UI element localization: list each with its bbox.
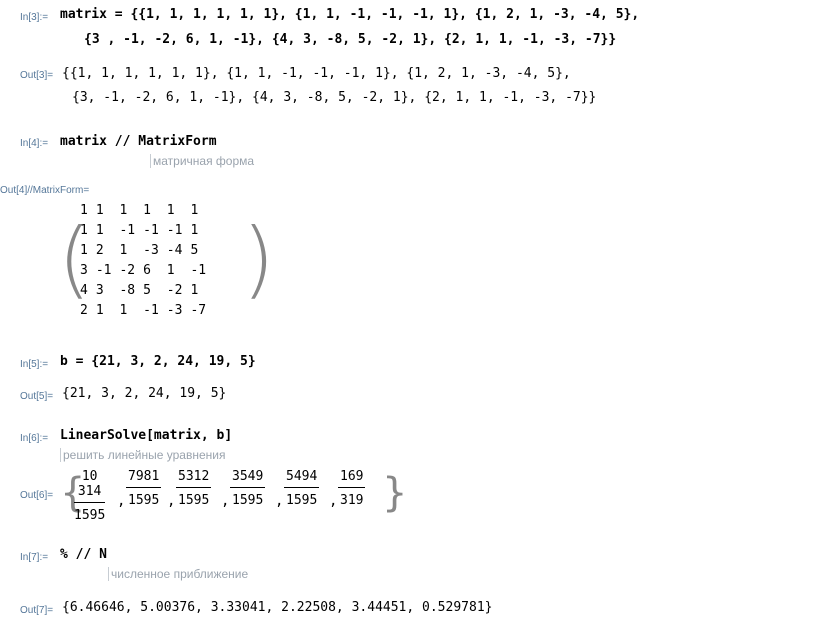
matrix-row: 4 3 -8 5 -2 1 <box>76 280 210 300</box>
fraction-numerator: 7981 <box>126 469 162 488</box>
matrix-cell: -3 <box>143 242 159 258</box>
input-label-6: In[6]:= <box>20 433 49 444</box>
matrix-cell: -8 <box>119 282 136 298</box>
matrix-row: 3 -1 -2 6 1 -1 <box>76 260 210 280</box>
right-brace: } <box>382 470 408 516</box>
matrix-cell: 4 <box>80 282 88 298</box>
comma-separator: , <box>329 493 338 509</box>
input-label-3: In[3]:= <box>20 12 49 23</box>
matrix-cell: 1 <box>119 202 128 218</box>
right-paren: ) <box>242 210 275 308</box>
output-value-7: {6.46646, 5.00376, 3.33041, 2.22508, 3.4… <box>62 600 493 615</box>
matrix-cell: 6 <box>143 262 151 278</box>
input-label-7: In[7]:= <box>20 552 49 563</box>
input-code-6[interactable]: LinearSolve[matrix, b] <box>60 426 232 446</box>
matrix-cell: -1 <box>95 262 112 278</box>
fraction: 169 319 <box>338 469 366 508</box>
fraction-denominator: 319 <box>340 493 364 508</box>
matrix-cell: -2 <box>119 262 136 278</box>
output-label-3: Out[3]= <box>20 70 54 81</box>
fraction-denominator: 1595 <box>232 493 264 508</box>
output-value-5: {21, 3, 2, 24, 19, 5} <box>62 386 227 401</box>
fraction-numerator: 5312 <box>176 469 212 488</box>
matrix-cell: -2 <box>166 282 183 298</box>
matrix-cell: 1 <box>80 222 88 238</box>
input-label-5: In[5]:= <box>20 359 49 370</box>
comma-separator: , <box>167 493 176 509</box>
matrix-cell: 1 <box>95 202 104 218</box>
matrix-cell: 2 <box>80 302 88 318</box>
fraction-numerator: 3549 <box>230 469 266 488</box>
matrix-cell: 5 <box>143 282 151 298</box>
matrix-cell: -1 <box>119 222 136 238</box>
matrix-cell: 1 <box>95 302 104 318</box>
matrix-cell: 1 <box>190 202 199 218</box>
fraction: 5494 1595 <box>284 469 320 508</box>
matrix-cell: 1 <box>80 242 88 258</box>
comma-separator: , <box>117 493 126 509</box>
matrix-cell: 3 <box>95 282 104 298</box>
fraction: 3549 1595 <box>230 469 266 508</box>
matrix-cell: 2 <box>95 242 104 258</box>
hint-matrixform: матричная форма <box>150 154 254 168</box>
fraction-numerator: 10 314 <box>74 469 106 503</box>
matrix-cell: -1 <box>143 222 159 238</box>
output-label-4: Out[4]//MatrixForm= <box>0 185 90 196</box>
fraction-denominator: 1595 <box>178 493 210 508</box>
output-value-3-line2: {3, -1, -2, 6, 1, -1}, {4, 3, -8, 5, -2,… <box>72 90 597 105</box>
input-code-4[interactable]: matrix // MatrixForm <box>60 132 217 152</box>
fraction: 7981 1595 <box>126 469 162 508</box>
matrix-table: 1 1 1 1 1 1 1 1 -1 -1 -1 1 1 2 1 -3 -4 5 3 -1 -2 6 1 -1 4 3 -8 5 -2 1… <box>76 200 210 320</box>
matrix-cell: -1 <box>143 302 159 318</box>
fraction-numerator: 169 <box>338 469 366 488</box>
output-value-3-line1: {{1, 1, 1, 1, 1, 1}, {1, 1, -1, -1, -1, … <box>62 66 571 81</box>
matrix-row: 2 1 1 -1 -3 -7 <box>76 300 210 320</box>
input-code-3-line2[interactable]: {3 , -1, -2, 6, 1, -1}, {4, 3, -8, 5, -2… <box>84 30 616 50</box>
matrix-cell: 5 <box>190 242 199 258</box>
matrix-row: 1 2 1 -3 -4 5 <box>76 240 210 260</box>
matrix-cell: -1 <box>190 262 207 278</box>
fraction-denominator: 1595 <box>74 508 106 523</box>
matrix-cell: 1 <box>80 202 88 218</box>
input-code-7[interactable]: % // N <box>60 545 107 565</box>
matrix-cell: 1 <box>95 222 104 238</box>
fraction-denominator: 1595 <box>128 493 160 508</box>
input-label-4: In[4]:= <box>20 138 49 149</box>
matrix-cell: -3 <box>166 302 183 318</box>
matrix-cell: 1 <box>119 242 128 258</box>
matrix-cell: -7 <box>190 302 207 318</box>
matrix-cell: 1 <box>190 282 199 298</box>
hint-numeric: численное приближение <box>108 567 248 581</box>
output-label-6: Out[6]= <box>20 490 54 501</box>
matrix-cell: 1 <box>166 202 175 218</box>
input-code-3-line1[interactable]: matrix = {{1, 1, 1, 1, 1, 1}, {1, 1, -1,… <box>60 5 639 25</box>
matrix-cell: 3 <box>80 262 88 278</box>
matrix-cell: -1 <box>166 222 183 238</box>
matrix-cell: 1 <box>143 202 151 218</box>
matrix-cell: 1 <box>119 302 128 318</box>
output-label-7: Out[7]= <box>20 605 54 616</box>
matrix-form-output: ( 1 1 1 1 1 1 1 1 -1 -1 -1 1 1 2 1 -3 -4 5 3 -1 -2 6 1 -1 4 3 -8 5-… <box>58 200 275 322</box>
matrix-cell: -4 <box>166 242 183 258</box>
comma-separator: , <box>221 493 230 509</box>
fraction: 5312 1595 <box>176 469 212 508</box>
matrix-cell: 1 <box>166 262 175 278</box>
matrix-cell: 1 <box>190 222 199 238</box>
fraction-numerator: 5494 <box>284 469 320 488</box>
output-label-5: Out[5]= <box>20 391 54 402</box>
matrix-row: 111111 <box>76 200 210 220</box>
fraction-denominator: 1595 <box>286 493 318 508</box>
matrix-row: 1 1 -1 -1 -1 1 <box>76 220 210 240</box>
hint-linearsolve: решить линейные уравнения <box>60 448 225 462</box>
comma-separator: , <box>275 493 284 509</box>
fraction: 10 314 1595 <box>74 469 106 523</box>
input-code-5[interactable]: b = {21, 3, 2, 24, 19, 5} <box>60 352 256 372</box>
